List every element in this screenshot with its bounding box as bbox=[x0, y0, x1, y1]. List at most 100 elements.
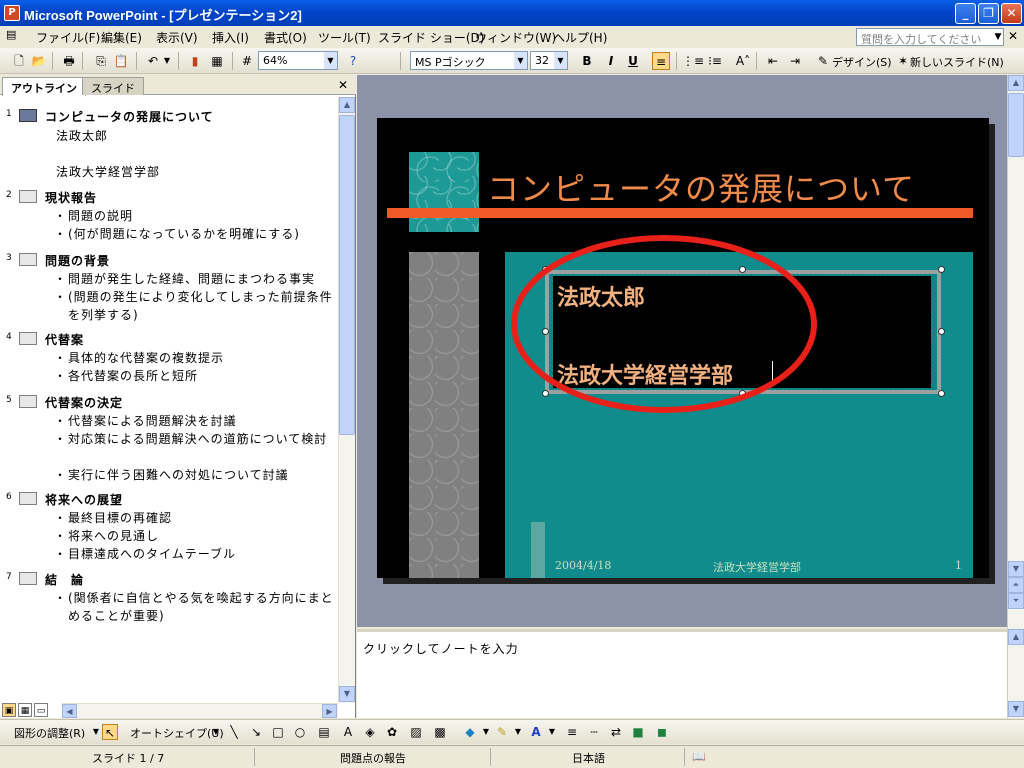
scroll-up-icon[interactable]: ▲ bbox=[1008, 629, 1024, 645]
font-grow-icon[interactable]: A˄ bbox=[734, 52, 752, 70]
help-icon[interactable]: ? bbox=[344, 52, 362, 70]
outline-title[interactable]: 代替案 bbox=[45, 331, 84, 348]
menu-tools[interactable]: ツール(T) bbox=[318, 29, 371, 46]
italic-button[interactable]: I bbox=[602, 52, 620, 70]
diagram-icon[interactable]: ◈ bbox=[362, 724, 378, 740]
scroll-thumb[interactable] bbox=[339, 115, 355, 435]
scroll-left-icon[interactable]: ◀ bbox=[62, 704, 77, 718]
notes-pane[interactable]: クリックしてノートを入力 bbox=[357, 629, 1007, 718]
chevron-down-icon[interactable]: ▼ bbox=[510, 724, 526, 740]
chevron-down-icon[interactable]: ▼ bbox=[554, 52, 567, 69]
clipart-icon[interactable]: ✿ bbox=[384, 724, 400, 740]
next-slide-icon[interactable]: ⏷ bbox=[1008, 593, 1024, 609]
draw-menu-button[interactable]: 図形の調整(R) bbox=[14, 725, 85, 741]
outline-title[interactable]: 問題の背景 bbox=[45, 252, 110, 269]
normal-view-icon[interactable]: ▣ bbox=[2, 703, 16, 717]
open-icon[interactable]: 📂 bbox=[30, 52, 48, 70]
new-icon[interactable]: 🗋 bbox=[10, 52, 28, 70]
image-icon[interactable]: ▩ bbox=[432, 724, 448, 740]
decrease-indent-icon[interactable]: ⇤ bbox=[764, 52, 782, 70]
wordart-icon[interactable]: A bbox=[340, 724, 356, 740]
slide-sorter-icon[interactable]: ▦ bbox=[18, 703, 32, 717]
menu-file[interactable]: ファイル(F) bbox=[36, 29, 100, 46]
outline-bullet[interactable]: 最終目標の再確認 bbox=[54, 509, 338, 527]
outline-scrollbar[interactable]: ▲ ▼ bbox=[338, 97, 355, 703]
outline-line[interactable]: 法政大学経営学部 bbox=[56, 163, 160, 180]
scroll-right-icon[interactable]: ▶ bbox=[322, 704, 337, 718]
chevron-down-icon[interactable]: ▼ bbox=[162, 52, 172, 70]
scroll-up-icon[interactable]: ▲ bbox=[1008, 75, 1024, 91]
outline-title[interactable]: コンピュータの発展について bbox=[45, 108, 214, 125]
increase-indent-icon[interactable]: ⇥ bbox=[786, 52, 804, 70]
rectangle-icon[interactable]: □ bbox=[270, 724, 286, 740]
resize-handle[interactable] bbox=[938, 390, 945, 397]
dash-style-icon[interactable]: ┄ bbox=[586, 724, 602, 740]
notes-placeholder[interactable]: クリックしてノートを入力 bbox=[363, 640, 519, 657]
outline-bullet[interactable]: (問題の発生により変化してしまった前提条件を列挙する) bbox=[54, 288, 338, 324]
grid-icon[interactable]: # bbox=[238, 52, 256, 70]
chart-icon[interactable]: ▮ bbox=[186, 52, 204, 70]
textbox-icon[interactable]: ▤ bbox=[316, 724, 332, 740]
ellipse-icon[interactable]: ○ bbox=[292, 724, 308, 740]
line-style-icon[interactable]: ≡ bbox=[564, 724, 580, 740]
numbering-icon[interactable]: ⋮≡ bbox=[682, 52, 704, 70]
outline-title[interactable]: 将来への展望 bbox=[45, 491, 123, 508]
slide-icon[interactable] bbox=[19, 492, 37, 505]
chevron-down-icon[interactable]: ▼ bbox=[544, 724, 560, 740]
slide-icon[interactable] bbox=[19, 395, 37, 408]
bold-button[interactable]: B bbox=[578, 52, 596, 70]
scroll-up-icon[interactable]: ▲ bbox=[339, 97, 355, 113]
outline-title[interactable]: 結 論 bbox=[45, 571, 84, 588]
slide-icon[interactable] bbox=[19, 190, 37, 203]
resize-handle[interactable] bbox=[938, 266, 945, 273]
slide-scrollbar[interactable]: ▲ ▼ ⏶ ⏷ ▲ ▼ bbox=[1007, 75, 1024, 718]
outline-bullet[interactable]: 具体的な代替案の複数提示 bbox=[54, 349, 338, 367]
outline-line[interactable]: 法政太郎 bbox=[56, 127, 108, 144]
select-pointer-icon[interactable]: ↖ bbox=[102, 724, 118, 740]
line-color-icon[interactable]: ✎ bbox=[494, 724, 510, 740]
outline-bullet[interactable]: (何が問題になっているかを明確にする) bbox=[54, 225, 338, 243]
outline-bullet[interactable]: 代替案による問題解決を討議 bbox=[54, 412, 338, 430]
slide-icon[interactable] bbox=[19, 332, 37, 345]
fill-color-icon[interactable]: ◆ bbox=[462, 724, 478, 740]
outline-bullet[interactable]: 問題の説明 bbox=[54, 207, 338, 225]
slide-icon[interactable] bbox=[19, 572, 37, 585]
outline-bullet[interactable]: 実行に伴う困難への対処について討議 bbox=[54, 466, 338, 484]
new-slide-button[interactable]: 新しいスライド(N) bbox=[910, 54, 1004, 70]
menu-slideshow[interactable]: スライド ショー(D) bbox=[378, 29, 484, 46]
shadow-icon[interactable]: ■ bbox=[630, 724, 646, 740]
slide-icon[interactable] bbox=[19, 109, 37, 122]
menu-window[interactable]: ウィンドウ(W) bbox=[475, 29, 556, 46]
outline-bullet[interactable]: 目標達成へのタイムテーブル bbox=[54, 545, 338, 563]
outline-bullet[interactable]: 各代替案の長所と短所 bbox=[54, 367, 338, 385]
scroll-down-icon[interactable]: ▼ bbox=[1008, 701, 1024, 717]
outline-hscrollbar[interactable]: ◀ ▶ bbox=[62, 703, 338, 718]
outline-title[interactable]: 現状報告 bbox=[45, 189, 97, 206]
tab-slides[interactable]: スライド bbox=[82, 77, 144, 95]
design-icon[interactable]: ✎ bbox=[814, 52, 832, 70]
align-left-icon[interactable]: ≡ bbox=[652, 52, 670, 70]
font-size-select[interactable]: 32 ▼ bbox=[530, 51, 568, 70]
close-icon[interactable]: ✕ bbox=[1001, 3, 1022, 24]
scroll-thumb[interactable] bbox=[1008, 93, 1024, 157]
bullets-icon[interactable]: ⁝≡ bbox=[706, 52, 724, 70]
previous-slide-icon[interactable]: ⏶ bbox=[1008, 577, 1024, 593]
outline-bullet[interactable]: 将来への見通し bbox=[54, 527, 338, 545]
arrow-style-icon[interactable]: ⇄ bbox=[608, 724, 624, 740]
outline-list[interactable]: 1 コンピュータの発展について 法政太郎 法政大学経営学部 2 現状報告 問題の… bbox=[0, 97, 338, 697]
tab-outline[interactable]: アウトライン bbox=[2, 77, 86, 96]
scroll-down-icon[interactable]: ▼ bbox=[339, 686, 355, 702]
menu-format[interactable]: 書式(O) bbox=[264, 29, 307, 46]
doc-icon[interactable]: ▤ bbox=[6, 28, 16, 41]
copy-icon[interactable]: ⎘ bbox=[92, 52, 110, 70]
menu-edit[interactable]: 編集(E) bbox=[101, 29, 142, 46]
zoom-select[interactable]: 64% ▼ bbox=[258, 51, 338, 70]
font-name-select[interactable]: MS Pゴシック ▼ bbox=[410, 51, 528, 70]
resize-handle[interactable] bbox=[938, 328, 945, 335]
arrow-icon[interactable]: ↘ bbox=[248, 724, 264, 740]
paste-icon[interactable]: 📋 bbox=[112, 52, 130, 70]
chevron-down-icon[interactable]: ▼ bbox=[208, 724, 224, 740]
design-button[interactable]: デザイン(S) bbox=[832, 54, 892, 70]
help-search-input[interactable]: 質問を入力してください bbox=[856, 28, 1004, 46]
slide-title[interactable]: コンピュータの発展について bbox=[487, 164, 915, 210]
